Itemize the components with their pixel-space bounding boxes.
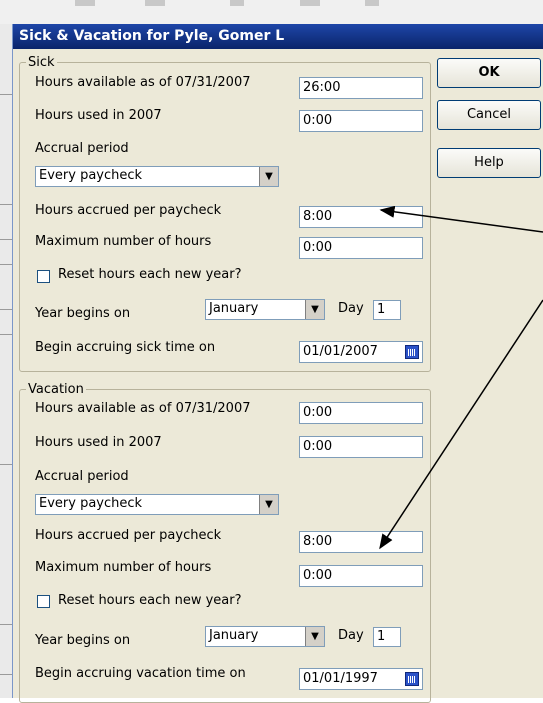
annotation-arrows bbox=[379, 205, 543, 550]
arrow-to-vacation-accrued bbox=[379, 299, 543, 550]
arrow-to-sick-accrued bbox=[379, 205, 543, 233]
